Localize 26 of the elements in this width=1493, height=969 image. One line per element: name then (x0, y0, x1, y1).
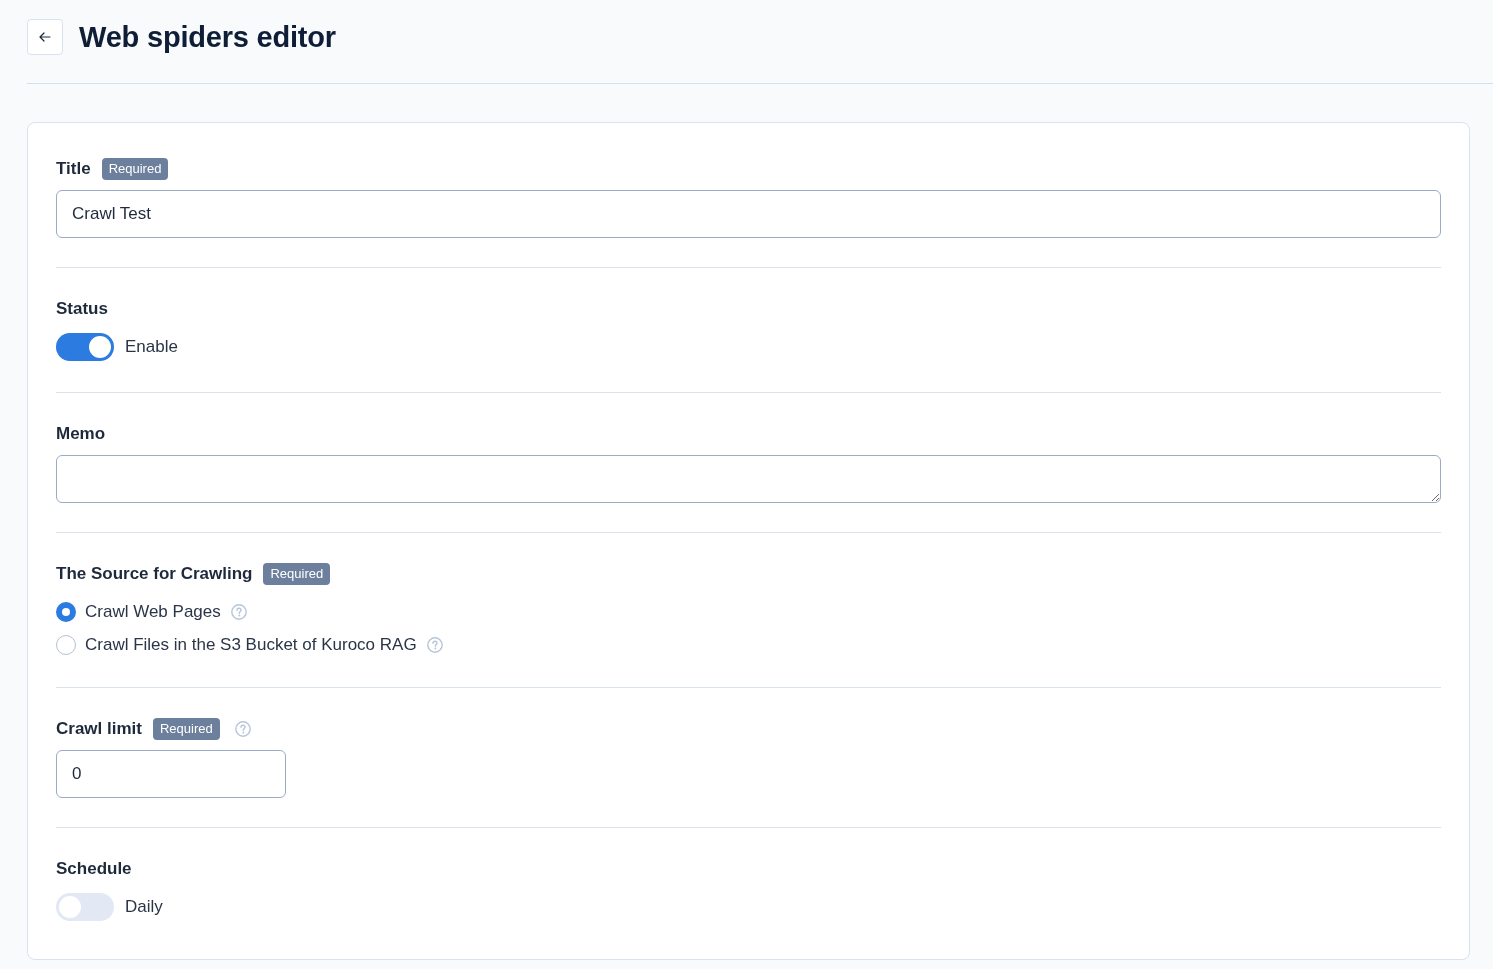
arrow-left-icon (39, 32, 51, 42)
field-label: Title (56, 159, 91, 179)
number-input[interactable]: 0 (56, 750, 286, 798)
help-icon[interactable] (230, 603, 247, 620)
required-badge: Required (152, 718, 220, 740)
radio-button[interactable] (56, 601, 76, 622)
radio-label[interactable]: Crawl Files in the S3 Bucket of Kuroco RAG (85, 634, 417, 655)
field-label: The Source for Crawling (56, 564, 253, 584)
field-label: Schedule (56, 859, 132, 879)
required-badge: Required (263, 563, 331, 585)
radio-button[interactable] (56, 634, 76, 655)
help-icon[interactable] (234, 721, 251, 737)
field-label: Status (56, 299, 108, 319)
toggle-label: Daily (125, 897, 163, 917)
toggle-switch[interactable] (56, 333, 114, 361)
field-label: Crawl limit (56, 719, 142, 739)
required-badge: Required (101, 158, 169, 180)
help-icon[interactable] (426, 636, 443, 653)
title-input[interactable]: Crawl Test (56, 190, 1441, 238)
toggle-label: Enable (125, 337, 178, 357)
radio-label[interactable]: Crawl Web Pages (85, 601, 221, 622)
page-title: Web spiders editor (79, 20, 336, 55)
memo-textarea[interactable] (56, 455, 1441, 503)
back-button[interactable] (27, 19, 63, 55)
toggle-switch[interactable] (56, 893, 114, 921)
field-label: Memo (56, 424, 106, 444)
